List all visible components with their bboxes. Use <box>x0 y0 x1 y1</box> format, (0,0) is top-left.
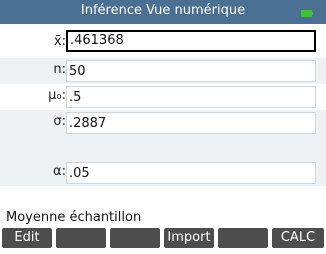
xbar-label: x̄: <box>53 34 66 49</box>
sigma-field[interactable]: .2887 <box>66 112 316 134</box>
field-row-sigma: σ: .2887 <box>0 110 326 136</box>
soft-menu-bar: Edit Import CALC <box>0 228 326 252</box>
sigma-label: σ: <box>53 114 66 129</box>
numeric-view-form: x̄: .461368 n: 50 μ₀: .5 σ: .2887 α: .05 <box>0 24 326 204</box>
field-row-n: n: 50 <box>0 58 326 84</box>
xbar-field[interactable]: .461368 <box>66 30 316 52</box>
status-help-text: Moyenne échantillon <box>6 210 142 225</box>
softkey-5[interactable] <box>218 228 268 248</box>
alpha-field[interactable]: .05 <box>66 162 316 184</box>
softkey-2[interactable] <box>56 228 106 248</box>
title-bar: Inférence Vue numérique <box>0 0 326 24</box>
calculator-screen: Inférence Vue numérique x̄: .461368 n: 5… <box>0 0 326 254</box>
field-row-alpha: α: .05 <box>0 160 326 186</box>
n-label: n: <box>53 62 66 77</box>
softkey-3[interactable] <box>110 228 160 248</box>
n-field[interactable]: 50 <box>66 60 316 82</box>
empty-row <box>0 136 326 160</box>
mu0-label: μ₀: <box>48 88 66 103</box>
battery-icon <box>301 10 313 17</box>
import-button[interactable]: Import <box>164 228 214 248</box>
mu0-field[interactable]: .5 <box>66 86 316 108</box>
app-title: Inférence Vue numérique <box>80 3 246 18</box>
edit-button[interactable]: Edit <box>2 228 52 248</box>
alpha-label: α: <box>53 164 66 179</box>
field-row-mu0: μ₀: .5 <box>0 84 326 110</box>
field-row-xbar: x̄: .461368 <box>0 30 326 56</box>
calc-button[interactable]: CALC <box>272 228 324 248</box>
